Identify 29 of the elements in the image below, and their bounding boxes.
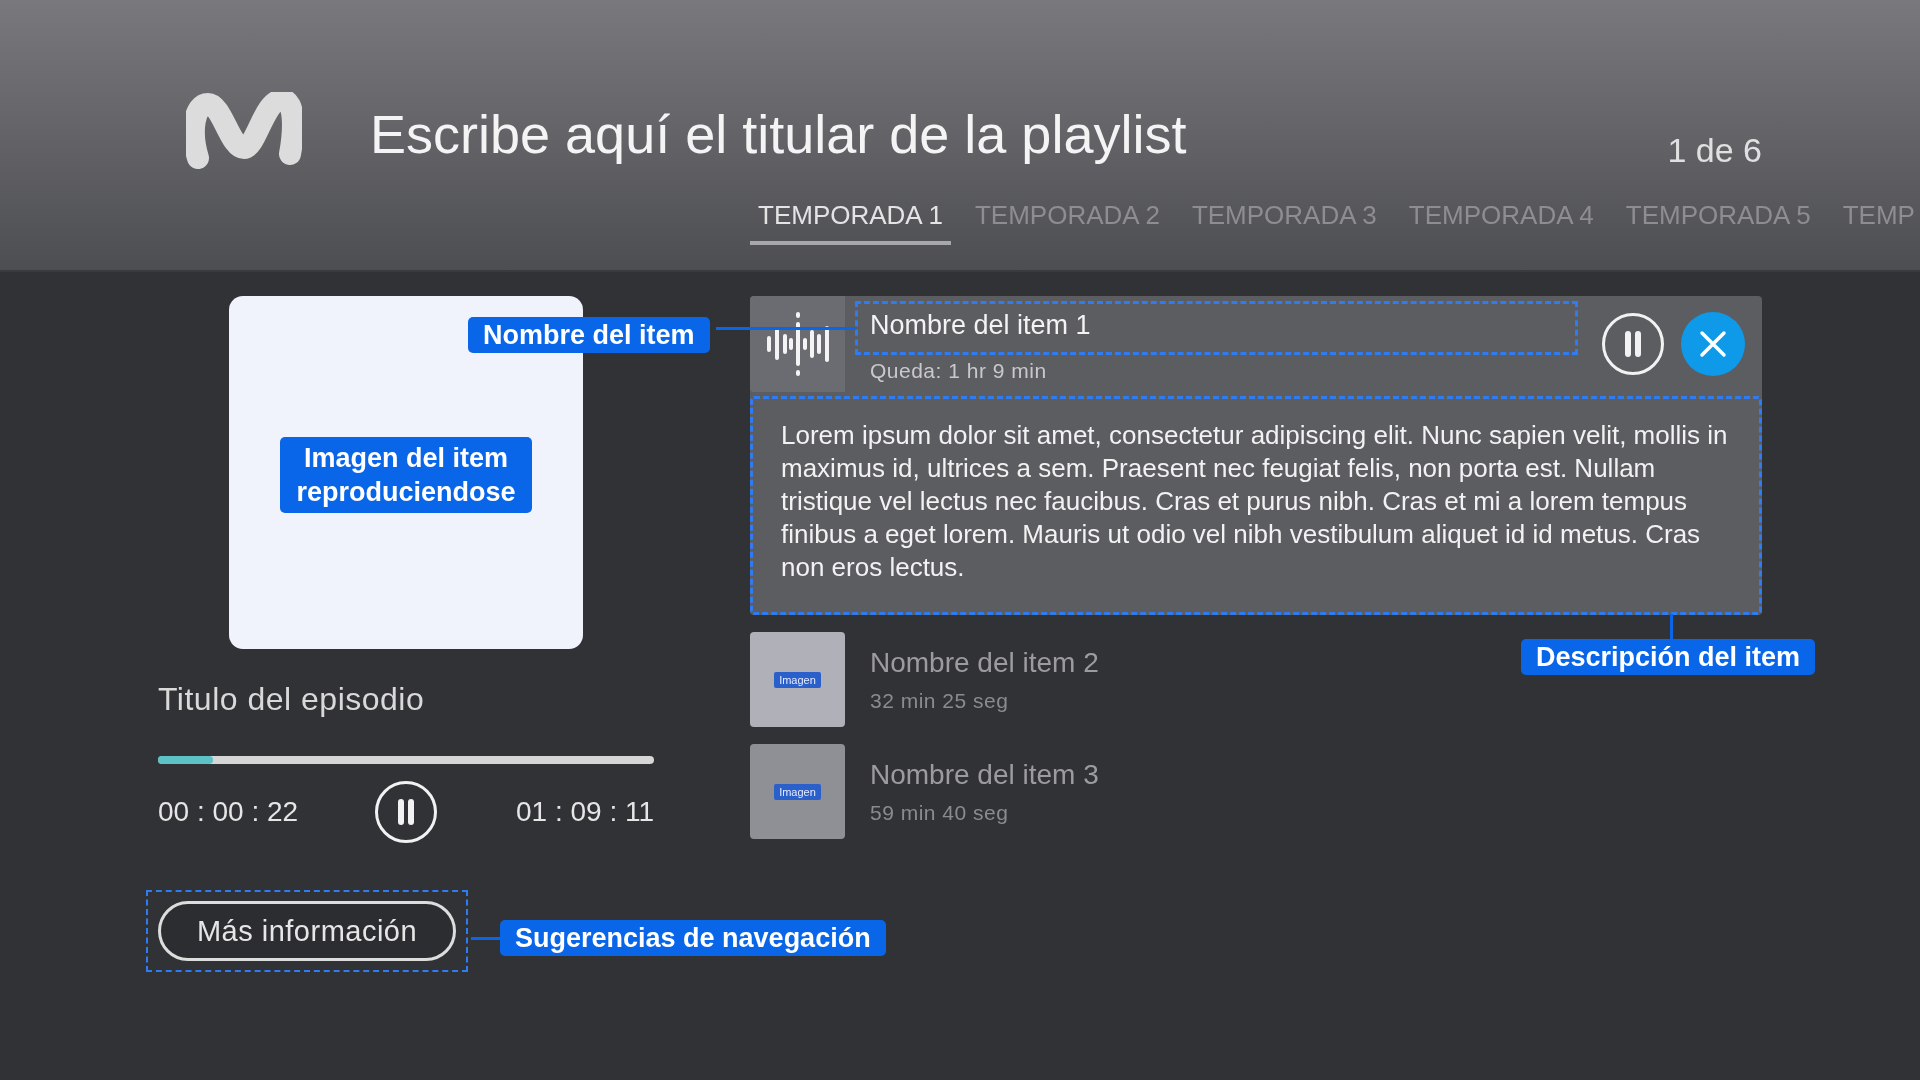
pause-button[interactable] (374, 780, 438, 844)
total-time: 01 : 09 : 11 (514, 796, 654, 828)
pause-button[interactable] (1601, 312, 1665, 376)
annotation-label: Descripción del item (1521, 639, 1816, 675)
leader-line (471, 937, 501, 940)
item-duration: 59 min 40 seg (870, 800, 1010, 825)
season-tab[interactable]: TEMPORADA 1 (750, 192, 951, 245)
item-description: Lorem ipsum dolor sit amet, consectetur adipiscing elit. Nunc sapien velit, mollis in maximus id, ultrices a sem. Praesent nec feugiat felis, non porta est. Nullam tristique vel lectus nec faucibus. Cras et purus nibh. Cras et mi a lorem tempus finibus a eget lorem. Mauris ut odio vel nibh vestibulum aliquet id id metus. Cras non eros lectus. (781, 419, 1729, 584)
item-card[interactable] (750, 296, 1762, 615)
item-name[interactable]: Nombre del item 2 (870, 646, 1099, 679)
annotation-label: Nombre del item (468, 317, 710, 353)
item-name[interactable]: Nombre del item 3 (870, 758, 1099, 791)
leader-line (1670, 614, 1673, 640)
waveform-icon (764, 312, 831, 376)
annotation-label: Sugerencias de navegación (500, 920, 886, 956)
item-thumbnail[interactable]: Imagen (750, 632, 845, 727)
episode-title: Titulo del episodio (158, 681, 426, 718)
page-counter: 1 de 6 (1667, 130, 1762, 170)
thumbnail-label: Imagen (774, 783, 821, 800)
item-remaining: Queda: 1 hr 9 min (870, 359, 1048, 383)
playlist-title: Escribe aquí el titular de la playlist (370, 103, 1187, 165)
close-button[interactable] (1681, 312, 1745, 376)
more-info-button[interactable]: Más información (158, 901, 456, 961)
elapsed-time: 00 : 00 : 22 (158, 796, 300, 828)
item-name: Nombre del item 1 (870, 310, 1091, 340)
annotation-label: Imagen del item reproduciendose (280, 437, 532, 513)
thumbnail-label: Imagen (774, 671, 821, 688)
item-thumbnail[interactable]: Imagen (750, 744, 845, 839)
item-duration: 32 min 25 seg (870, 688, 1010, 713)
